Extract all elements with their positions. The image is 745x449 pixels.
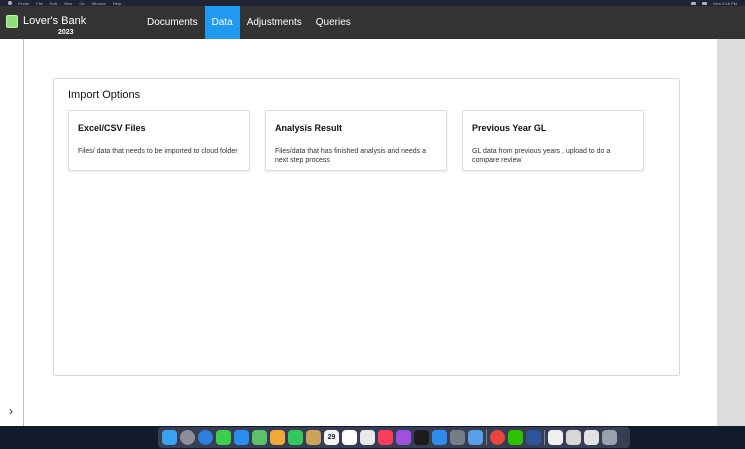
document-thumbnail-icon[interactable]	[548, 430, 563, 445]
main-nav: Documents Data Adjustments Queries	[140, 6, 358, 39]
card-description: Files/data that has finished analysis an…	[275, 148, 426, 164]
preview-icon[interactable]	[468, 430, 483, 445]
word-icon[interactable]	[526, 430, 541, 445]
macos-dock: 29	[158, 427, 630, 448]
dock-separator	[486, 430, 487, 445]
facetime-icon[interactable]	[288, 430, 303, 445]
podcasts-icon[interactable]	[396, 430, 411, 445]
import-card-previous-year-gl[interactable]: Previous Year GL GL data from previous y…	[462, 110, 644, 171]
apple-logo-icon[interactable]	[8, 1, 12, 5]
window-thumbnail-icon-2[interactable]	[584, 430, 599, 445]
system-settings-icon[interactable]	[450, 430, 465, 445]
chevron-right-icon[interactable]: ›	[5, 404, 17, 418]
menu-item-edit[interactable]: Edit	[50, 1, 57, 6]
notes-icon[interactable]	[306, 430, 321, 445]
calendar-icon[interactable]: 29	[324, 430, 339, 445]
wechat-icon[interactable]	[508, 430, 523, 445]
tab-data[interactable]: Data	[204, 6, 240, 39]
import-card-analysis-result[interactable]: Analysis Result Files/data that has fini…	[265, 110, 447, 171]
right-scroll-rail[interactable]	[717, 39, 745, 426]
wifi-icon[interactable]	[691, 1, 697, 5]
music-icon[interactable]	[378, 430, 393, 445]
safari-icon[interactable]	[198, 430, 213, 445]
maps-icon[interactable]	[252, 430, 267, 445]
finder-icon[interactable]	[162, 430, 177, 445]
card-title: Analysis Result	[275, 123, 343, 133]
menu-item-help[interactable]: Help	[113, 1, 121, 6]
menu-item-view[interactable]: View	[64, 1, 73, 6]
import-options-panel: Import Options Excel/CSV Files Files/ da…	[53, 78, 680, 376]
tab-queries[interactable]: Queries	[309, 6, 358, 39]
menu-item-file[interactable]: File	[36, 1, 42, 6]
tv-icon[interactable]	[414, 430, 429, 445]
launchpad-icon[interactable]	[180, 430, 195, 445]
reminders-icon[interactable]	[342, 430, 357, 445]
collapsed-sidebar: ›	[0, 39, 24, 426]
panel-title: Import Options	[68, 89, 141, 101]
window-thumbnail-icon[interactable]	[566, 430, 581, 445]
status-area: Mon 3:18 PM	[691, 1, 737, 6]
app-logo-icon	[6, 15, 18, 28]
freeform-icon[interactable]	[360, 430, 375, 445]
menu-bar-clock[interactable]: Mon 3:18 PM	[713, 1, 737, 6]
app-store-icon[interactable]	[432, 430, 447, 445]
menu-item-window[interactable]: Window	[92, 1, 106, 6]
dock-separator	[544, 430, 545, 445]
messages-icon[interactable]	[216, 430, 231, 445]
menu-item-go[interactable]: Go	[79, 1, 84, 6]
tab-adjustments[interactable]: Adjustments	[240, 6, 309, 39]
menu-item-finder[interactable]: Finder	[18, 1, 29, 6]
import-card-excel-csv[interactable]: Excel/CSV Files Files/ data that needs t…	[68, 110, 250, 171]
mail-icon[interactable]	[234, 430, 249, 445]
card-title: Excel/CSV Files	[78, 123, 146, 133]
photos-icon[interactable]	[270, 430, 285, 445]
app-name: Lover's Bank	[23, 15, 87, 27]
tab-documents[interactable]: Documents	[140, 6, 205, 39]
app-year: 2023	[58, 29, 74, 36]
battery-icon[interactable]	[702, 1, 708, 5]
card-description: GL data from previous years , upload to …	[472, 148, 611, 164]
card-description: Files/ data that needs to be imported to…	[78, 148, 238, 155]
trash-icon[interactable]	[602, 430, 617, 445]
app-header: Lover's Bank 2023 Documents Data Adjustm…	[0, 6, 745, 39]
chrome-icon[interactable]	[490, 430, 505, 445]
card-title: Previous Year GL	[472, 123, 547, 133]
